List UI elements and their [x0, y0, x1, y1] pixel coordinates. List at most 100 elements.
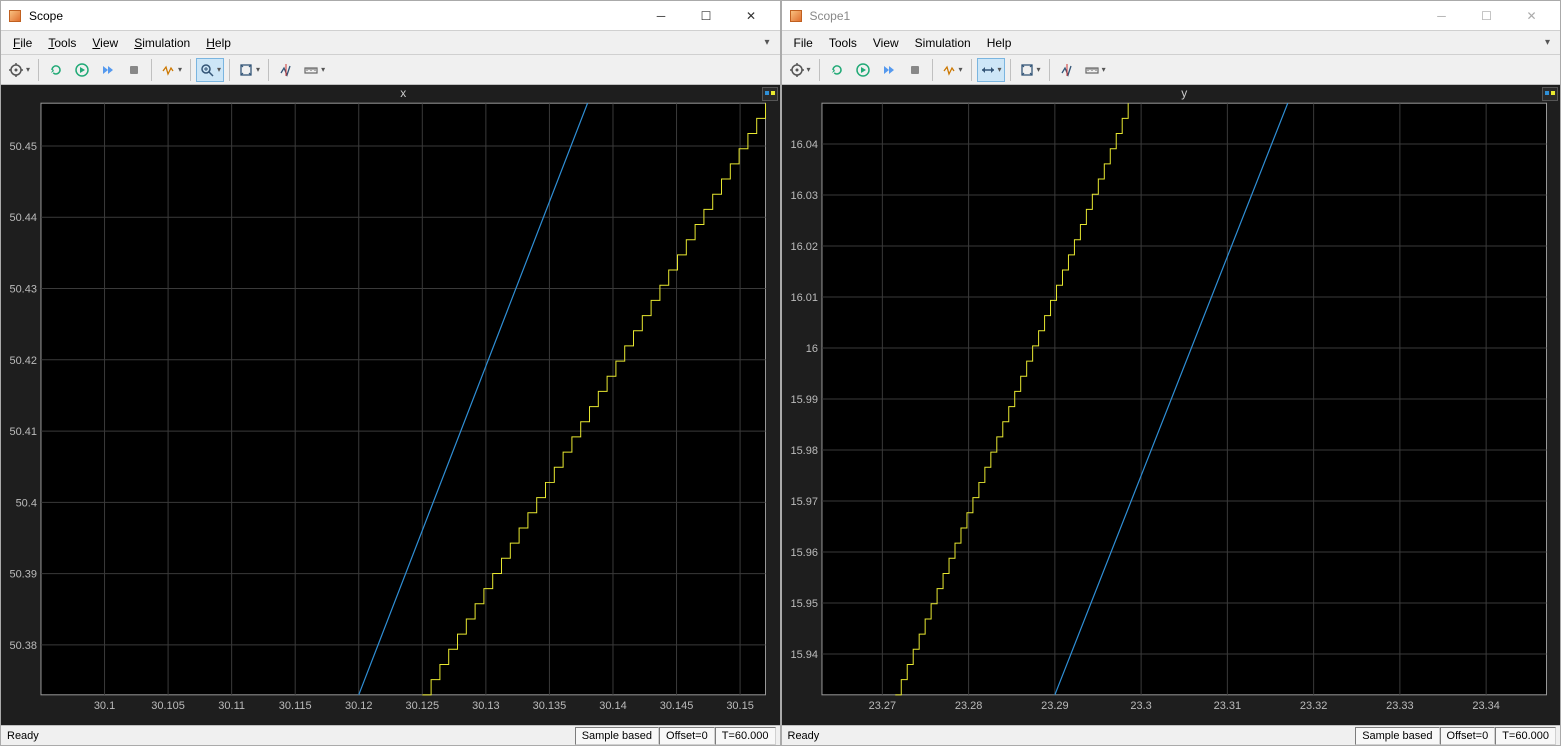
- status-time: T=60.000: [1495, 727, 1556, 745]
- status-mode: Sample based: [575, 727, 659, 745]
- svg-text:30.12: 30.12: [345, 700, 373, 712]
- svg-text:50.42: 50.42: [9, 355, 37, 367]
- menubar: File Tools View Simulation Help ▾: [1, 31, 780, 55]
- menu-simulation[interactable]: Simulation: [907, 34, 979, 52]
- svg-text:16.03: 16.03: [790, 190, 818, 202]
- restart-button[interactable]: [825, 58, 849, 82]
- svg-text:50.38: 50.38: [9, 640, 37, 652]
- menu-tools[interactable]: Tools: [821, 34, 865, 52]
- close-button[interactable]: ✕: [1509, 2, 1554, 30]
- window-title: Scope: [29, 9, 63, 23]
- run-button[interactable]: [70, 58, 94, 82]
- menu-tools[interactable]: Tools: [40, 34, 84, 52]
- toolbar: [1, 55, 780, 85]
- maximize-button[interactable]: ☐: [1464, 2, 1509, 30]
- desktop: Scope ─ ☐ ✕ File Tools View Simulation H…: [0, 0, 1561, 746]
- minimize-button[interactable]: ─: [639, 2, 684, 30]
- titlebar[interactable]: Scope1 ─ ☐ ✕: [782, 1, 1561, 31]
- svg-text:15.98: 15.98: [790, 445, 818, 457]
- app-icon: [788, 8, 804, 24]
- svg-text:50.43: 50.43: [9, 284, 37, 296]
- cursor-button[interactable]: [1055, 58, 1079, 82]
- plot-svg-right: 23.2723.2823.2923.323.3123.3223.3323.341…: [782, 85, 1561, 725]
- stop-button[interactable]: [122, 58, 146, 82]
- svg-text:50.41: 50.41: [9, 426, 37, 438]
- window-controls: ─ ☐ ✕: [1419, 2, 1554, 30]
- titlebar[interactable]: Scope ─ ☐ ✕: [1, 1, 780, 31]
- svg-text:30.145: 30.145: [660, 700, 694, 712]
- svg-text:x: x: [400, 86, 406, 100]
- menu-file[interactable]: File: [5, 34, 40, 52]
- svg-text:15.99: 15.99: [790, 394, 818, 406]
- legend-toggle-icon[interactable]: [762, 87, 778, 101]
- trigger-button[interactable]: [938, 58, 966, 82]
- zoom-x-button[interactable]: [977, 58, 1005, 82]
- svg-text:23.34: 23.34: [1472, 700, 1500, 712]
- plot-area[interactable]: 30.1 30.105 30.11 30.115 30.12 30.125 30.13 30.…: [1, 85, 780, 725]
- menu-file[interactable]: File: [786, 34, 821, 52]
- status-time: T=60.000: [715, 727, 776, 745]
- svg-text:16.01: 16.01: [790, 292, 818, 304]
- svg-text:30.1: 30.1: [94, 700, 115, 712]
- svg-text:30.11: 30.11: [218, 700, 245, 712]
- svg-text:23.32: 23.32: [1299, 700, 1327, 712]
- svg-text:50.39: 50.39: [9, 569, 37, 581]
- restart-button[interactable]: [44, 58, 68, 82]
- svg-text:30.135: 30.135: [533, 700, 567, 712]
- status-ready: Ready: [786, 727, 1356, 745]
- step-forward-button[interactable]: [96, 58, 120, 82]
- plot-area[interactable]: 23.2723.2823.2923.323.3123.3223.3323.341…: [782, 85, 1561, 725]
- svg-text:23.31: 23.31: [1213, 700, 1241, 712]
- svg-text:15.97: 15.97: [790, 496, 818, 508]
- step-forward-button[interactable]: [877, 58, 901, 82]
- svg-text:15.94: 15.94: [790, 649, 818, 661]
- menu-help[interactable]: Help: [979, 34, 1020, 52]
- plot-svg-left: 30.1 30.105 30.11 30.115 30.12 30.125 30.13 30.…: [1, 85, 780, 725]
- measurements-button[interactable]: [1081, 58, 1109, 82]
- autoscale-button[interactable]: [235, 58, 263, 82]
- svg-text:30.115: 30.115: [279, 700, 312, 712]
- status-offset: Offset=0: [659, 727, 715, 745]
- svg-text:50.4: 50.4: [16, 497, 37, 509]
- svg-text:16: 16: [805, 343, 817, 355]
- toolbar-overflow-icon[interactable]: ▾: [1539, 35, 1556, 50]
- status-mode: Sample based: [1355, 727, 1439, 745]
- svg-text:30.15: 30.15: [726, 700, 754, 712]
- status-offset: Offset=0: [1440, 727, 1496, 745]
- stop-button[interactable]: [903, 58, 927, 82]
- cursor-button[interactable]: [274, 58, 298, 82]
- svg-text:30.14: 30.14: [599, 700, 627, 712]
- svg-text:23.27: 23.27: [868, 700, 896, 712]
- legend-toggle-icon[interactable]: [1542, 87, 1558, 101]
- menu-view[interactable]: View: [84, 34, 126, 52]
- scope-window-right: Scope1 ─ ☐ ✕ File Tools View Simulation …: [781, 0, 1561, 746]
- svg-text:23.3: 23.3: [1130, 700, 1151, 712]
- autoscale-button[interactable]: [1016, 58, 1044, 82]
- minimize-button[interactable]: ─: [1419, 2, 1464, 30]
- scope-window-left: Scope ─ ☐ ✕ File Tools View Simulation H…: [0, 0, 781, 746]
- menu-help[interactable]: Help: [198, 34, 239, 52]
- close-button[interactable]: ✕: [729, 2, 774, 30]
- configure-button[interactable]: [5, 58, 33, 82]
- zoom-button[interactable]: [196, 58, 224, 82]
- svg-text:23.33: 23.33: [1386, 700, 1414, 712]
- status-ready: Ready: [5, 727, 575, 745]
- svg-text:50.44: 50.44: [9, 212, 37, 224]
- svg-text:30.13: 30.13: [472, 700, 500, 712]
- svg-text:30.105: 30.105: [151, 700, 185, 712]
- measurements-button[interactable]: [300, 58, 328, 82]
- maximize-button[interactable]: ☐: [684, 2, 729, 30]
- menu-view[interactable]: View: [865, 34, 907, 52]
- svg-text:y: y: [1181, 86, 1187, 100]
- window-title: Scope1: [810, 9, 851, 23]
- svg-text:30.125: 30.125: [406, 700, 440, 712]
- configure-button[interactable]: [786, 58, 814, 82]
- window-controls: ─ ☐ ✕: [639, 2, 774, 30]
- run-button[interactable]: [851, 58, 875, 82]
- svg-text:16.02: 16.02: [790, 241, 818, 253]
- toolbar-overflow-icon[interactable]: ▾: [758, 35, 775, 50]
- svg-text:23.29: 23.29: [1041, 700, 1069, 712]
- toolbar: [782, 55, 1561, 85]
- menu-simulation[interactable]: Simulation: [126, 34, 198, 52]
- trigger-button[interactable]: [157, 58, 185, 82]
